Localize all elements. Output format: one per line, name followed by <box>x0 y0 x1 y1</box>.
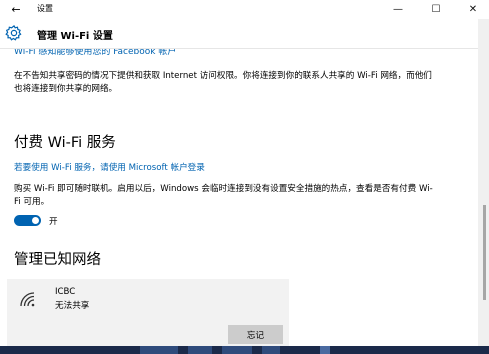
network-status: 无法共享 <box>55 301 90 311</box>
paid-wifi-heading: 付费 Wi-Fi 服务 <box>14 135 116 151</box>
taskbar-item[interactable] <box>320 346 330 354</box>
paid-wifi-description: 购买 Wi-Fi 即可随时联机。启用以后，Windows 会临时连接到没有设置安… <box>14 184 433 207</box>
taskbar-item[interactable] <box>140 346 178 354</box>
taskbar <box>0 346 489 354</box>
sharing-description: 在不告知共享密码的情况下提供和获取 Internet 访问权限。你将连接到你的联… <box>14 71 432 94</box>
microsoft-signin-link[interactable]: 若要使用 Wi-Fi 服务，请使用 Microsoft 帐户登录 <box>14 161 205 173</box>
taskbar-item[interactable] <box>188 346 212 354</box>
taskbar-item[interactable] <box>262 346 280 354</box>
facebook-link[interactable]: Wi-Fi 感知能够使用您的 Facebook 帐户 <box>14 49 176 57</box>
app-title: 设置 <box>37 4 53 13</box>
wifi-signal-icon <box>20 292 35 307</box>
page-title: 管理 Wi-Fi 设置 <box>37 31 113 42</box>
maximize-button[interactable]: ☐ <box>423 0 449 19</box>
toggle-state-label: 开 <box>49 217 58 227</box>
known-network-item[interactable]: ICBC 无法共享 忘记 <box>7 279 289 346</box>
back-button[interactable]: ← <box>6 1 26 18</box>
page-header: 管理 Wi-Fi 设置 <box>0 19 489 49</box>
known-networks-heading: 管理已知网络 <box>14 252 101 268</box>
toggle-knob <box>32 217 39 224</box>
title-bar: ← 设置 — ☐ ✕ <box>0 0 489 19</box>
taskbar-item[interactable] <box>222 346 252 354</box>
settings-content[interactable]: Wi-Fi 感知能够使用您的 Facebook 帐户 在不告知共享密码的情况下提… <box>0 49 478 346</box>
gear-icon <box>5 24 22 41</box>
minimize-button[interactable]: — <box>385 0 411 19</box>
network-name: ICBC <box>55 287 76 297</box>
close-button[interactable]: ✕ <box>460 0 486 19</box>
scrollbar-thumb[interactable] <box>483 205 486 300</box>
paid-wifi-toggle[interactable] <box>14 215 41 226</box>
forget-button[interactable]: 忘记 <box>228 325 283 344</box>
